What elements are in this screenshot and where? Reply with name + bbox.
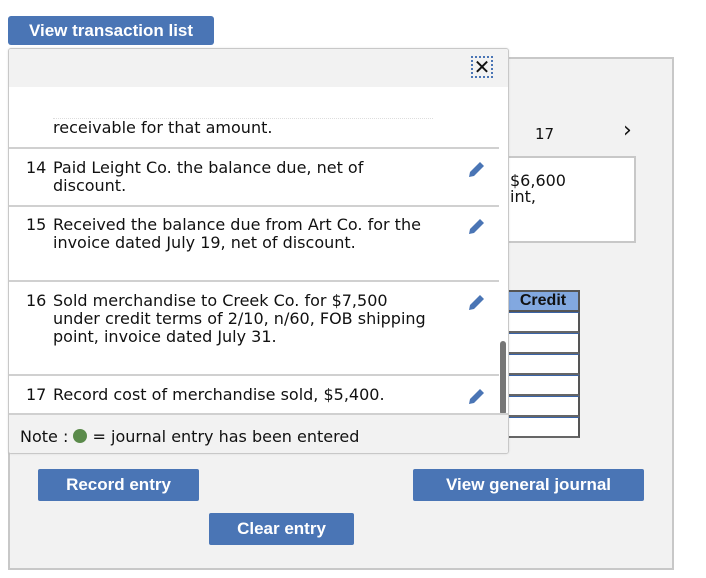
credit-header: Credit — [508, 290, 580, 312]
next-transaction-button[interactable]: › — [623, 118, 632, 143]
list-item-number: 14 — [26, 158, 47, 177]
transaction-list[interactable]: receivable for that amount. 14 Paid Leig… — [9, 87, 499, 413]
transaction-list-popup: ✕ receivable for that amount. 14 Paid Le… — [8, 48, 509, 454]
pencil-icon[interactable] — [467, 216, 487, 236]
close-icon: ✕ — [473, 55, 491, 79]
pencil-icon[interactable] — [467, 159, 487, 179]
list-item-text: Paid Leight Co. the balance due, net of … — [53, 158, 364, 195]
list-item-number: 15 — [26, 215, 47, 234]
transaction-description-box: $6,600 int, — [494, 156, 636, 243]
description-line: int, — [510, 187, 536, 206]
credit-input[interactable] — [508, 333, 580, 354]
pencil-icon[interactable] — [467, 292, 487, 312]
list-item-partial[interactable]: receivable for that amount. — [9, 87, 499, 149]
view-general-journal-button[interactable]: View general journal — [413, 469, 644, 501]
list-item[interactable]: 16 Sold merchandise to Creek Co. for $7,… — [9, 282, 499, 376]
credit-input[interactable] — [508, 417, 580, 438]
view-transaction-list-button[interactable]: View transaction list — [8, 16, 214, 45]
credit-input[interactable] — [508, 312, 580, 333]
credit-input[interactable] — [508, 396, 580, 417]
transaction-number: 17 — [535, 125, 555, 143]
credit-input[interactable] — [508, 354, 580, 375]
list-item-text: receivable for that amount. — [53, 118, 433, 147]
list-item-text: Record cost of merchandise sold, $5,400. — [53, 385, 385, 404]
list-item-text: Sold merchandise to Creek Co. for $7,500… — [53, 291, 426, 346]
list-item-number: 16 — [26, 291, 47, 310]
scrollbar-thumb[interactable] — [500, 341, 506, 415]
popup-header: ✕ — [9, 49, 508, 87]
credit-column: Credit — [508, 290, 580, 438]
list-item-number: 17 — [26, 385, 47, 404]
record-entry-button[interactable]: Record entry — [38, 469, 199, 501]
close-button[interactable]: ✕ — [471, 56, 493, 78]
note-text: = journal entry has been entered — [92, 427, 360, 446]
chevron-right-icon: › — [623, 118, 632, 143]
clear-entry-button[interactable]: Clear entry — [209, 513, 354, 545]
note-prefix: Note : — [20, 427, 69, 446]
list-item-text: Received the balance due from Art Co. fo… — [53, 215, 421, 252]
list-item[interactable]: 17 Record cost of merchandise sold, $5,4… — [9, 376, 499, 413]
credit-input[interactable] — [508, 375, 580, 396]
pencil-icon[interactable] — [467, 386, 487, 406]
legend-note: Note : = journal entry has been entered — [9, 413, 508, 453]
list-item[interactable]: 15 Received the balance due from Art Co.… — [9, 207, 499, 282]
entered-status-dot-icon — [73, 429, 88, 443]
list-item[interactable]: 14 Paid Leight Co. the balance due, net … — [9, 149, 499, 207]
